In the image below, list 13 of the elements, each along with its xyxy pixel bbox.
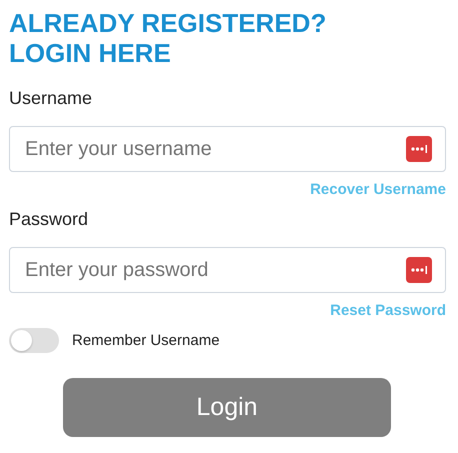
field-label: Username <box>9 87 92 109</box>
password-manager-icon[interactable] <box>406 257 432 283</box>
password-manager-icon[interactable] <box>406 136 432 162</box>
link[interactable]: Reset Password <box>330 302 446 320</box>
toggle-label: Remember Username <box>72 332 220 349</box>
toggle-switch[interactable] <box>9 328 59 353</box>
heading: ALREADY REGISTERED? <box>9 8 328 38</box>
input-field[interactable]: Enter your password <box>9 247 446 293</box>
heading: LOGIN HERE <box>9 38 172 68</box>
login-button[interactable]: Login <box>63 378 391 437</box>
link[interactable]: Recover Username <box>310 181 446 199</box>
input-field[interactable]: Enter your username <box>9 126 446 172</box>
field-label: Password <box>9 208 88 230</box>
